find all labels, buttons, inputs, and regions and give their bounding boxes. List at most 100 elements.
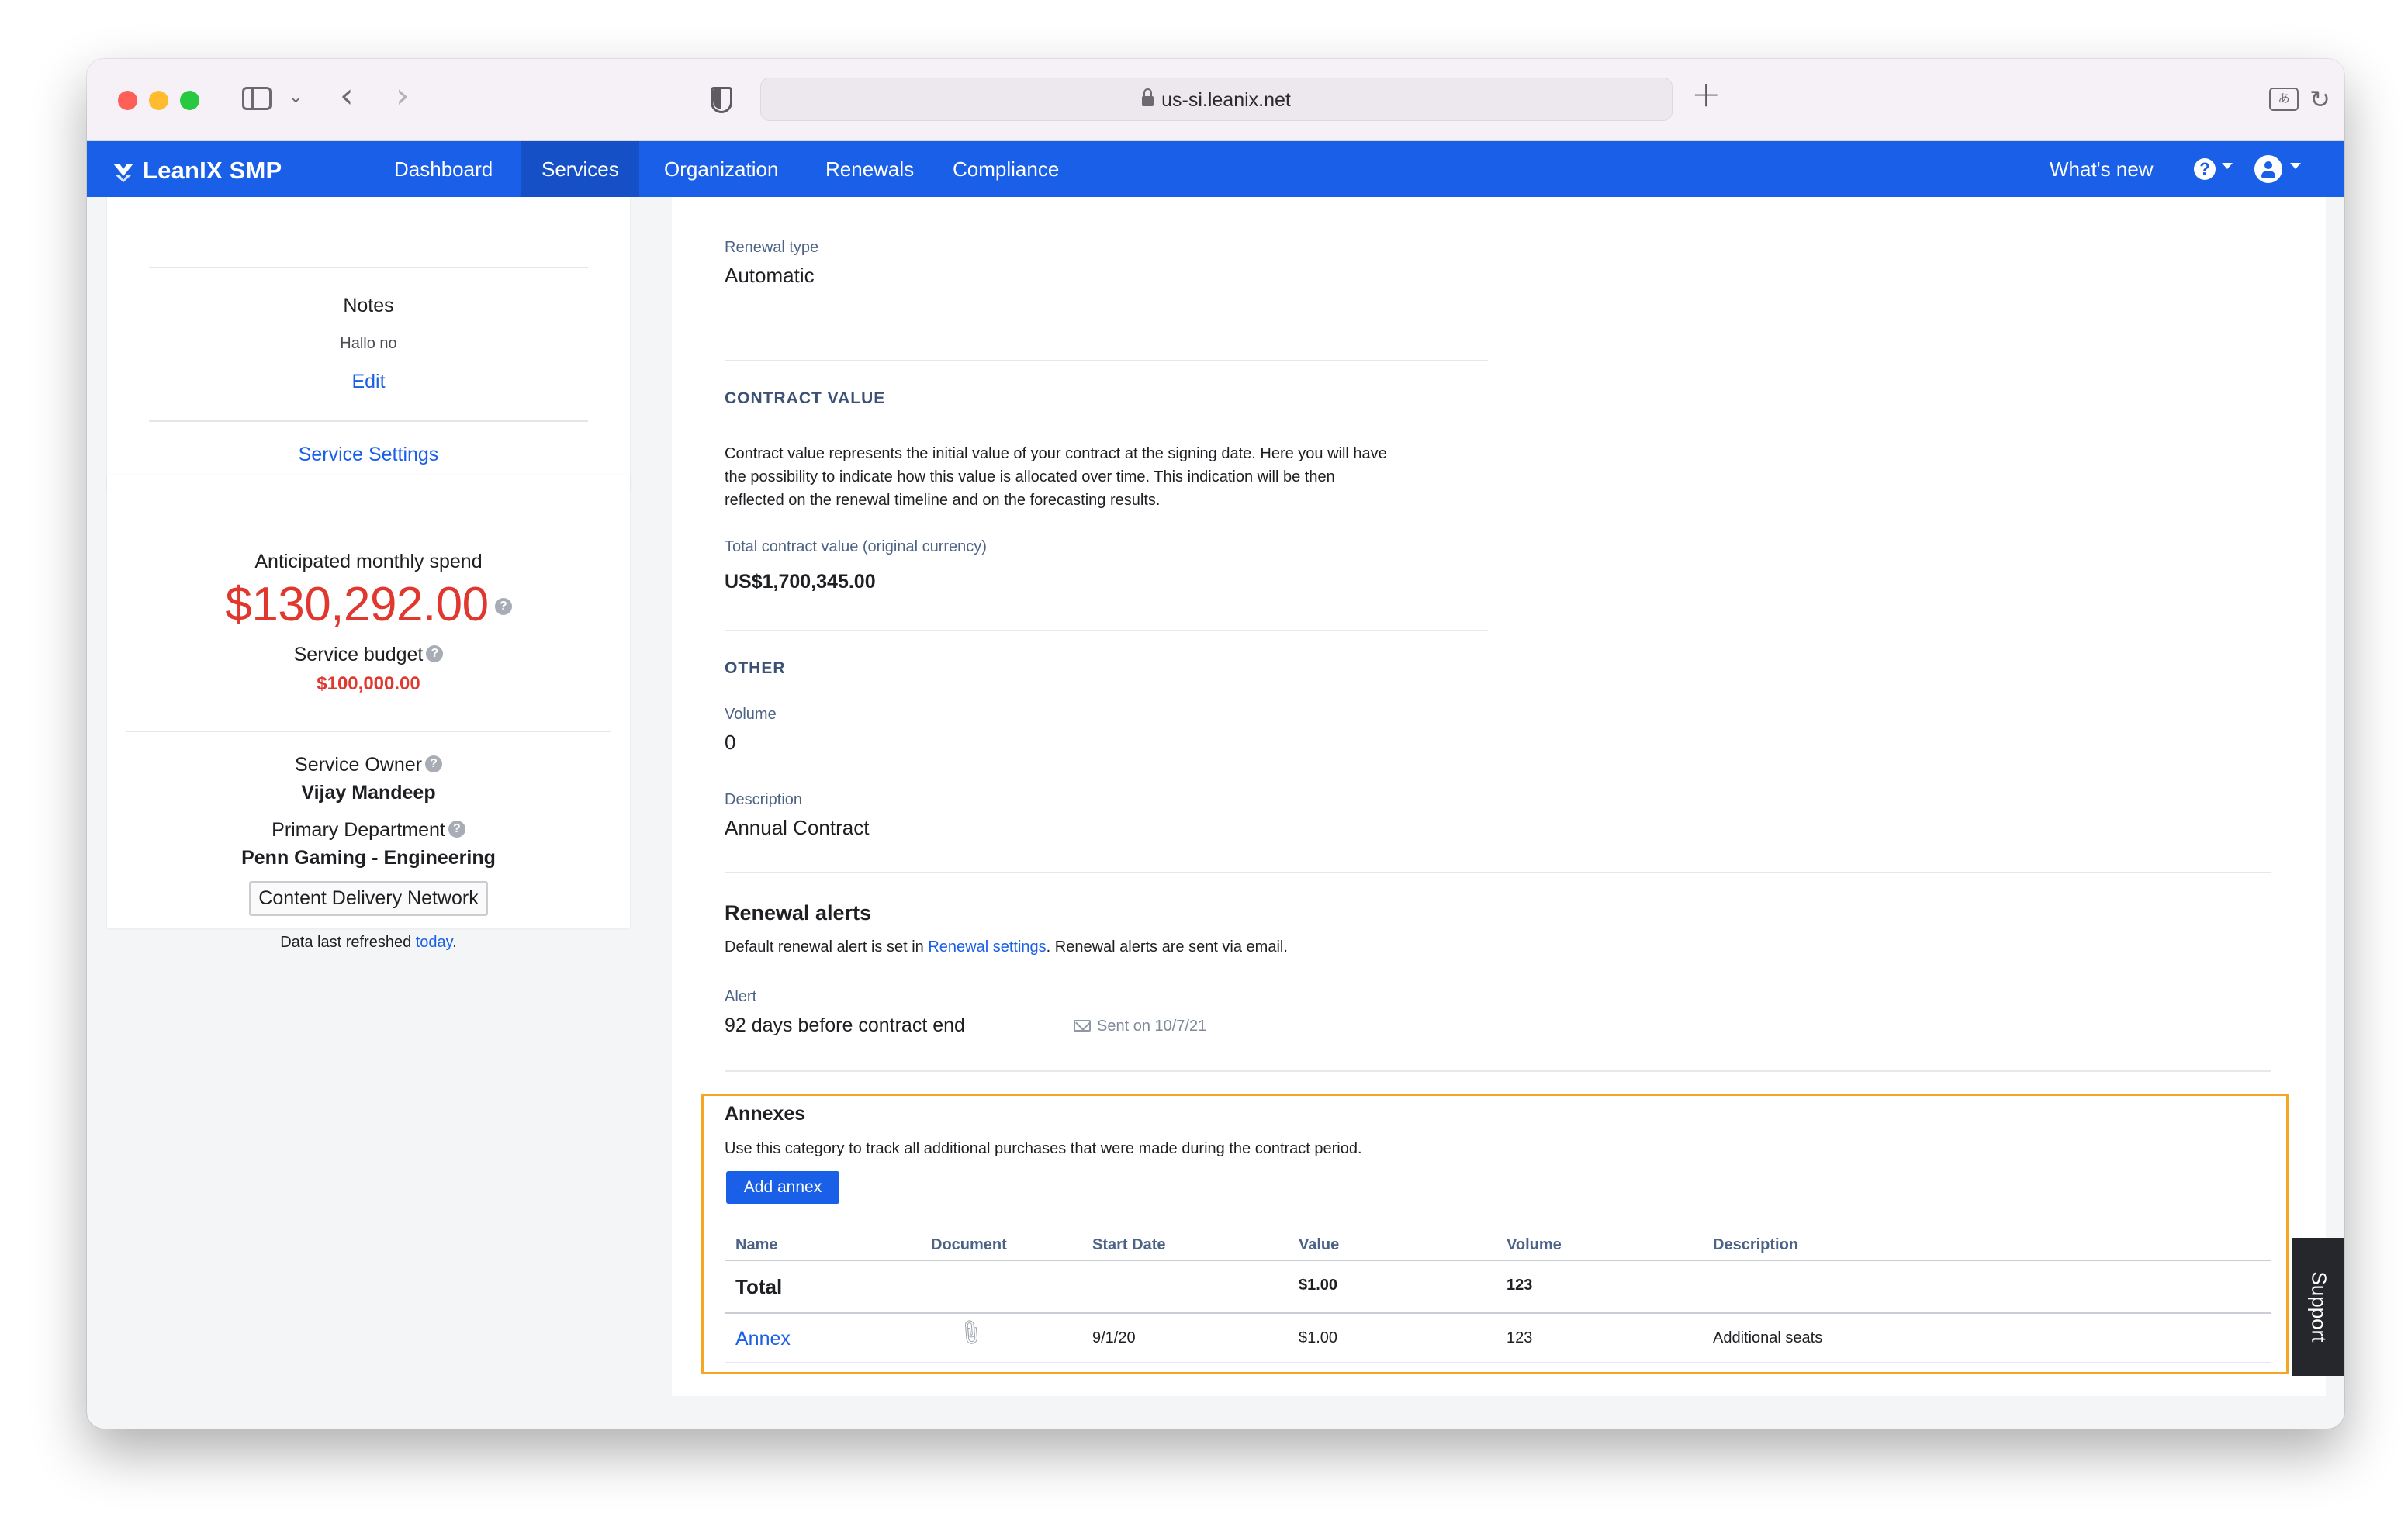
- leanix-logo-icon: [113, 164, 133, 182]
- user-caret-icon[interactable]: [2290, 163, 2301, 169]
- close-window-button[interactable]: [118, 91, 137, 110]
- question-help-icon[interactable]: ?: [494, 597, 512, 615]
- divider: [725, 872, 2271, 873]
- nav-dashboard[interactable]: Dashboard: [374, 141, 513, 197]
- help-caret-icon[interactable]: [2222, 163, 2233, 169]
- annex-name-link[interactable]: Annex: [735, 1328, 791, 1350]
- support-tab[interactable]: Support: [2292, 1238, 2344, 1376]
- add-annex-button[interactable]: Add annex: [726, 1171, 839, 1204]
- nav-compliance[interactable]: Compliance: [932, 141, 1079, 197]
- alert-sent-status: Sent on 10/7/21: [1074, 1018, 1206, 1035]
- renewal-alerts-title: Renewal alerts: [725, 901, 872, 924]
- translate-icon[interactable]: あ: [2269, 88, 2299, 111]
- annex-volume: 123: [1507, 1329, 1533, 1346]
- budget-value: $100,000.00: [317, 673, 420, 694]
- refreshed-today-link[interactable]: today: [416, 934, 452, 951]
- contract-value-heading: CONTRACT VALUE: [725, 389, 886, 407]
- owner-value: Vijay Mandeep: [301, 782, 436, 804]
- divider: [725, 1070, 2271, 1072]
- nav-organization[interactable]: Organization: [644, 141, 798, 197]
- budget-label: Service budget: [293, 644, 424, 665]
- owner-label: Service Owner: [295, 754, 422, 776]
- total-row-volume: 123: [1507, 1277, 1533, 1294]
- renewal-type-label: Renewal type: [725, 239, 819, 256]
- volume-value: 0: [725, 731, 736, 754]
- service-settings-link[interactable]: Service Settings: [299, 444, 439, 465]
- renewal-type-value: Automatic: [725, 264, 815, 287]
- edit-notes-link[interactable]: Edit: [351, 371, 385, 392]
- new-tab-plus-icon[interactable]: +: [1691, 76, 1721, 112]
- other-heading: OTHER: [725, 659, 786, 677]
- contract-value-desc-line: Contract value represents the initial va…: [725, 445, 1387, 462]
- alert-sent-text: Sent on 10/7/21: [1097, 1018, 1207, 1035]
- app-navbar: LeanIX SMP Dashboard Services Organizati…: [87, 141, 2344, 197]
- table-header-divider: [725, 1260, 2271, 1261]
- category-tag[interactable]: Content Delivery Network: [249, 881, 488, 916]
- column-header-document[interactable]: Document: [931, 1236, 1007, 1254]
- divider: [149, 420, 588, 422]
- description-label: Description: [725, 791, 803, 808]
- renewal-alerts-desc-suffix: . Renewal alerts are sent via email.: [1046, 938, 1288, 956]
- nav-services[interactable]: Services: [521, 141, 639, 197]
- column-header-start-date[interactable]: Start Date: [1092, 1236, 1165, 1254]
- alert-value: 92 days before contract end: [725, 1014, 965, 1036]
- total-row-value: $1.00: [1299, 1277, 1338, 1294]
- column-header-value[interactable]: Value: [1299, 1236, 1339, 1254]
- privacy-shield-icon[interactable]: [711, 87, 732, 113]
- refreshed-suffix: .: [452, 934, 457, 951]
- user-avatar-icon[interactable]: [2254, 155, 2282, 183]
- nav-renewals[interactable]: Renewals: [805, 141, 934, 197]
- total-contract-value: US$1,700,345.00: [725, 571, 876, 593]
- renewal-alerts-desc-prefix: Default renewal alert is set in: [725, 938, 929, 956]
- question-help-icon[interactable]: ?: [424, 755, 442, 773]
- renewal-settings-link[interactable]: Renewal settings: [928, 938, 1046, 956]
- table-row-divider: [725, 1312, 2271, 1314]
- notes-title: Notes: [343, 295, 394, 316]
- question-help-icon[interactable]: ?: [448, 821, 465, 838]
- divider: [725, 630, 1488, 631]
- annexes-highlight-box: [701, 1094, 2289, 1374]
- spend-value: $130,292.00: [225, 578, 489, 631]
- minimize-window-button[interactable]: [149, 91, 168, 110]
- address-bar[interactable]: us-si.leanix.net あ ↻: [760, 78, 2330, 121]
- browser-window: ⌄ ‹ › us-si.leanix.net あ ↻ + LeanIX SMP …: [87, 59, 2344, 1429]
- column-header-volume[interactable]: Volume: [1507, 1236, 1562, 1254]
- back-arrow-icon[interactable]: ‹: [340, 79, 354, 113]
- question-help-icon[interactable]: ?: [426, 645, 444, 663]
- annexes-description: Use this category to track all additiona…: [725, 1140, 1362, 1157]
- column-header-name[interactable]: Name: [735, 1236, 777, 1254]
- contract-value-desc-line: the possibility to indicate how this val…: [725, 468, 1335, 486]
- support-tab-label: Support: [2307, 1271, 2331, 1343]
- url-text: us-si.leanix.net: [1161, 89, 1291, 111]
- annex-description: Additional seats: [1713, 1329, 1823, 1346]
- alert-label: Alert: [725, 988, 757, 1005]
- lock-icon: [1142, 88, 1154, 106]
- brand-logo[interactable]: LeanIX SMP: [112, 155, 282, 185]
- divider: [149, 267, 588, 268]
- brand-name: LeanIX SMP: [143, 157, 282, 184]
- envelope-icon: [1074, 1020, 1091, 1032]
- divider: [725, 360, 1488, 361]
- description-value: Annual Contract: [725, 816, 870, 839]
- column-header-description[interactable]: Description: [1713, 1236, 1798, 1254]
- volume-label: Volume: [725, 706, 777, 723]
- help-icon[interactable]: ?: [2194, 158, 2216, 180]
- notes-text: Hallo no: [340, 335, 397, 352]
- chevron-down-icon[interactable]: ⌄: [289, 87, 303, 107]
- annex-value: $1.00: [1299, 1329, 1338, 1346]
- annexes-title: Annexes: [725, 1103, 806, 1125]
- contract-value-description: Contract value represents the initial va…: [725, 442, 1387, 512]
- reload-icon[interactable]: ↻: [2309, 85, 2330, 114]
- department-label: Primary Department: [272, 819, 445, 841]
- department-value: Penn Gaming - Engineering: [241, 847, 496, 869]
- spend-label: Anticipated monthly spend: [254, 551, 483, 572]
- zoom-window-button[interactable]: [180, 91, 199, 110]
- total-contract-value-label: Total contract value (original currency): [725, 538, 987, 555]
- sidebar-toggle-icon[interactable]: [242, 87, 272, 110]
- forward-arrow-icon[interactable]: ›: [396, 79, 410, 113]
- whats-new-link[interactable]: What's new: [2050, 141, 2154, 197]
- table-row-divider: [725, 1362, 2271, 1363]
- service-summary-card: Anticipated monthly spend $130,292.00? S…: [107, 475, 630, 951]
- browser-toolbar: ⌄ ‹ › us-si.leanix.net あ ↻ +: [87, 59, 2344, 141]
- annex-start-date: 9/1/20: [1092, 1329, 1136, 1346]
